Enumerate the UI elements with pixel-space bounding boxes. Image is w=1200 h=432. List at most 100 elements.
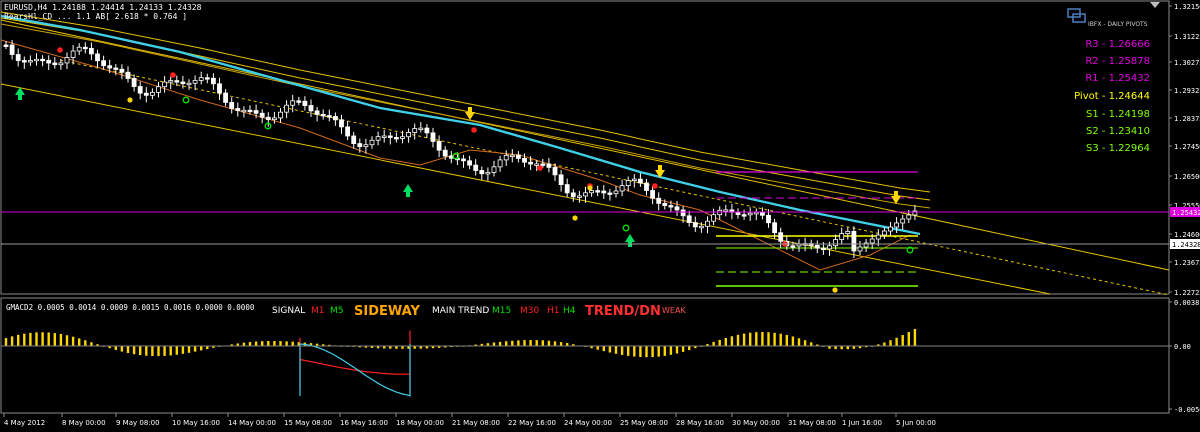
candle-body (509, 154, 515, 158)
macd-bar (657, 346, 660, 357)
red-dot-marker (652, 183, 658, 189)
candle-body (900, 218, 906, 224)
candle-body (253, 110, 259, 114)
macd-bar (65, 335, 69, 346)
macd-bar (492, 342, 496, 346)
macd-bar (17, 334, 20, 346)
macd-bar (139, 346, 142, 356)
candle-body (9, 44, 15, 55)
candle-body (375, 136, 381, 141)
candle-body (198, 77, 204, 81)
time-tick-label: 25 May 08:00 (620, 419, 668, 427)
yellow-dot-marker (572, 215, 578, 221)
indicator-header-row: GMACD2 0.0005 0.0014 0.0009 0.0015 0.001… (6, 303, 686, 319)
candle-body (229, 101, 235, 109)
time-tick-label: 15 May 08:00 (284, 419, 332, 427)
trading-chart[interactable]: EURUSD,H4 1.24188 1.24414 1.24133 1.2432… (0, 0, 1200, 432)
macd-bar (29, 332, 32, 346)
candle-body (46, 59, 52, 64)
signal-m1: M1 (311, 306, 325, 316)
macd-bar (248, 342, 252, 346)
candle-body (906, 214, 912, 220)
macd-bar (273, 341, 276, 346)
candle-body (290, 100, 296, 106)
candle-body (882, 230, 887, 236)
macd-bar (627, 346, 630, 356)
buy-arrow-icon (625, 234, 635, 247)
candle-body (790, 245, 796, 248)
time-tick-label: 9 May 08:00 (116, 419, 160, 427)
candle-body (607, 192, 613, 195)
macd-bar (126, 346, 130, 353)
price-tick-label: 1.31225 (1174, 33, 1200, 41)
macd-bar (675, 346, 679, 354)
candle-body (259, 112, 265, 118)
candle-body (302, 100, 308, 106)
macd-bar (779, 333, 782, 346)
candle-body (686, 215, 692, 223)
main-trend-label: MAIN TREND (432, 306, 489, 316)
macd-bar (279, 341, 282, 346)
signal-label: SIGNAL (272, 306, 305, 316)
price-tick-label: 1.28375 (1174, 115, 1200, 123)
macd-axis[interactable]: 0.0038 0.00 -0.0050 (1169, 299, 1200, 414)
red-dot-marker (471, 127, 477, 133)
candle-body (52, 62, 58, 66)
candle-body (650, 190, 655, 199)
candle-body (393, 137, 399, 140)
candle-body (741, 214, 747, 217)
price-tick-label: 1.24600 (1174, 231, 1200, 239)
time-axis[interactable]: 4 May 2012 8 May 00:00 9 May 08:00 10 May 1… (3, 413, 936, 427)
pivot-level-label: S2 - 1.23410 (1086, 126, 1150, 137)
candle-body (326, 115, 332, 118)
candle-body (699, 225, 704, 229)
macd-bar (511, 340, 514, 346)
macd-bar (596, 346, 599, 350)
candle-body (125, 71, 131, 79)
macd-bar (517, 340, 520, 346)
candle-body (15, 54, 21, 61)
red-dot-marker (170, 72, 176, 78)
chart-shift-marker[interactable] (1150, 2, 1160, 8)
candle-body (131, 78, 137, 87)
macd-bar (505, 341, 508, 346)
candle-body (217, 83, 222, 94)
candle-body (210, 77, 216, 85)
pivot-level-label: Pivot - 1.24644 (1074, 91, 1150, 102)
candle-body (747, 212, 753, 216)
candle-body (168, 80, 174, 83)
time-tick-label: 4 May 2012 (4, 419, 45, 427)
candle-body (570, 192, 576, 198)
macd-bar (803, 340, 807, 346)
candle-body (137, 86, 143, 94)
candle-body (3, 44, 9, 47)
main-chart-frame (0, 0, 1170, 295)
macd-bar (608, 346, 612, 353)
candle-body (638, 178, 643, 184)
macd-bar (200, 346, 203, 351)
macd-bar (742, 333, 746, 346)
candle-body (528, 161, 533, 165)
price-tick-label: 1.27450 (1174, 143, 1200, 151)
macd-bar (901, 335, 904, 346)
candle-body (278, 111, 283, 119)
macd-bar (157, 346, 160, 357)
macd-bar (883, 342, 886, 346)
candle-body (387, 135, 393, 138)
macd-bar (84, 340, 87, 346)
macd-bar (559, 342, 563, 346)
candle-body (381, 135, 387, 138)
pivot-level-label: R3 - 1.26666 (1085, 39, 1150, 50)
candle-body (149, 91, 155, 96)
candle-body (839, 233, 845, 240)
price-axis[interactable]: 1.32150 1.31225 1.30275 1.29325 1.28375 1.274… (1169, 3, 1200, 297)
ma-band-2 (0, 17, 931, 201)
price-tick-label: 1.26500 (1174, 173, 1200, 181)
candle-body (235, 108, 241, 111)
macd-bar (120, 346, 124, 352)
price-tick-label: 1.32150 (1174, 3, 1200, 11)
price-tick-label: 1.23675 (1174, 259, 1200, 267)
candle-body (400, 136, 405, 139)
macd-bar (187, 346, 191, 353)
macd-bar (145, 346, 148, 356)
